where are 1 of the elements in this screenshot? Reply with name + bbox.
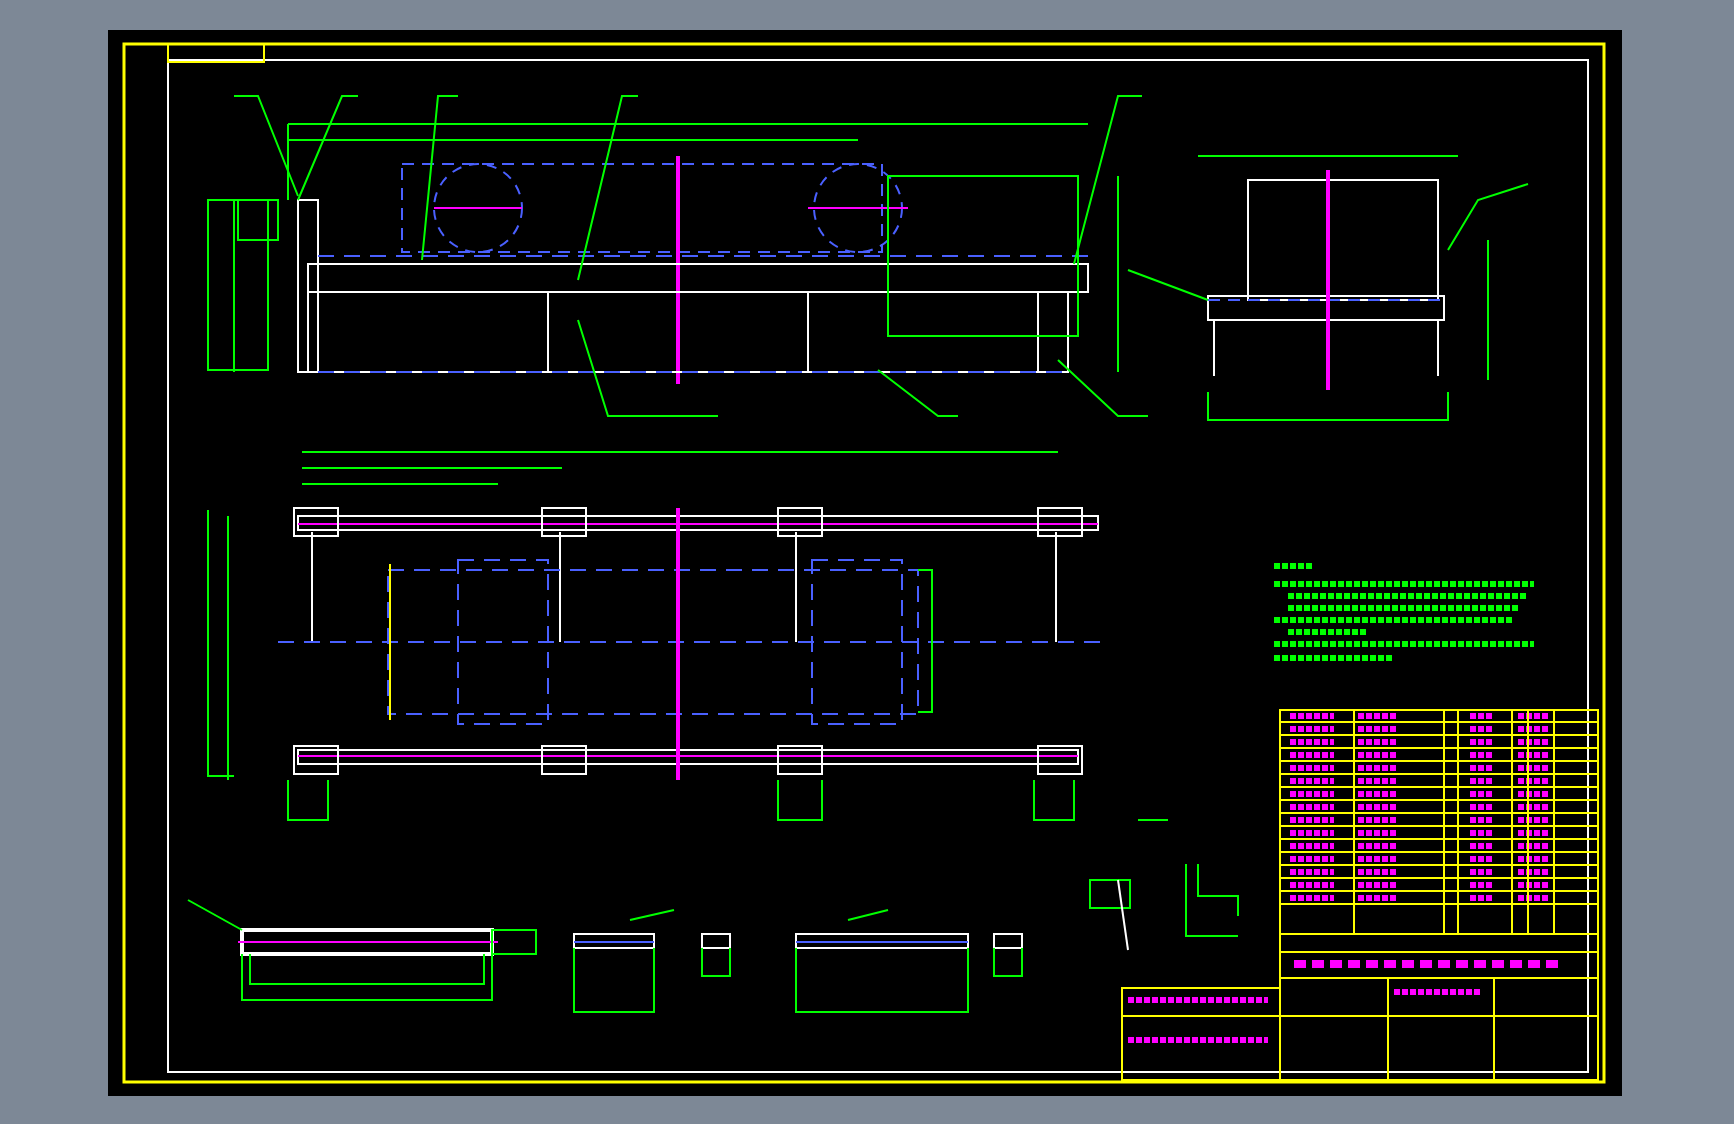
drawing-number-box: [167, 43, 265, 63]
